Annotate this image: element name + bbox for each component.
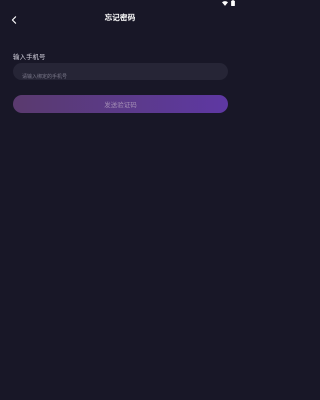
- nav-bar: 忘记密码: [0, 8, 240, 28]
- phone-input[interactable]: [13, 68, 228, 86]
- phone-field-label: 输入手机号: [13, 53, 46, 61]
- status-bar: [0, 0, 240, 8]
- page-title: 忘记密码: [104, 13, 136, 22]
- wifi-icon: [222, 0, 228, 6]
- send-code-button[interactable]: 发送验证码: [13, 95, 228, 113]
- forgot-password-screen: 忘记密码 输入手机号 发送验证码: [0, 0, 240, 400]
- battery-icon: [231, 0, 235, 6]
- phone-input-container: [13, 63, 228, 86]
- status-icons: [222, 0, 235, 6]
